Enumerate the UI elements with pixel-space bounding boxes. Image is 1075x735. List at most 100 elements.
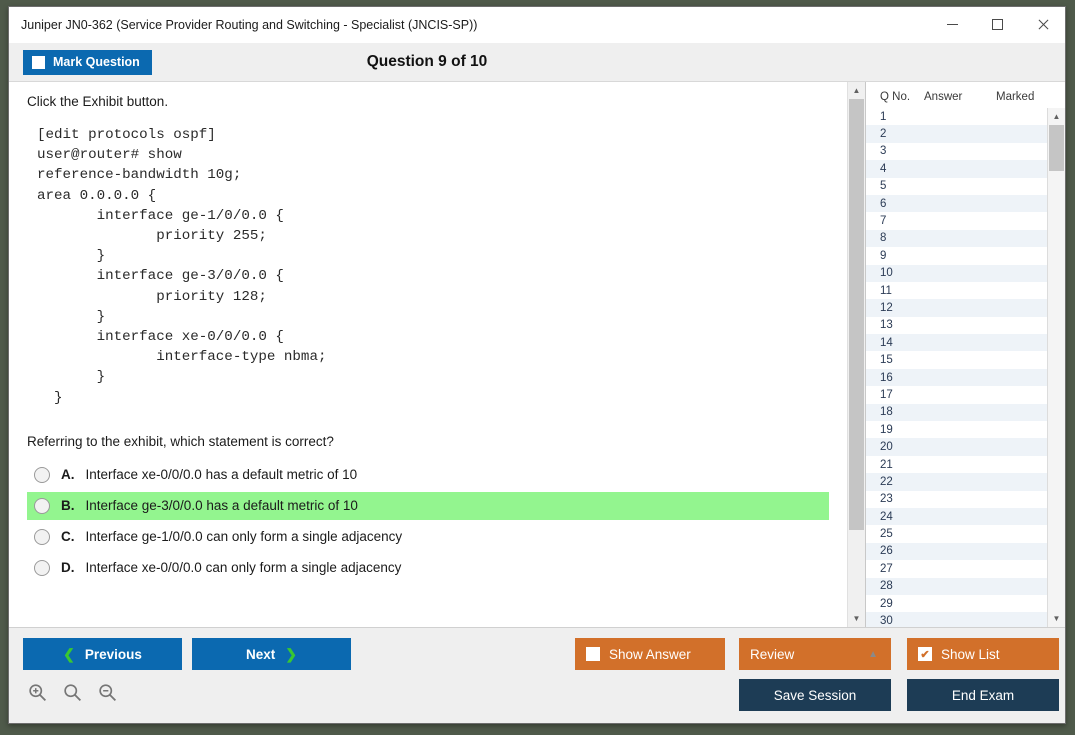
next-label: Next <box>246 647 275 662</box>
review-dropdown-button[interactable]: Review ▲ <box>739 638 891 670</box>
show-list-checkbox-icon: ✔ <box>918 647 932 661</box>
row-question-number: 16 <box>866 372 910 384</box>
row-question-number: 15 <box>866 354 910 366</box>
question-list-row[interactable]: 11 <box>866 282 1047 299</box>
end-exam-button[interactable]: End Exam <box>907 679 1059 711</box>
row-question-number: 12 <box>866 302 910 314</box>
question-pane-scrollbar[interactable]: ▲ ▼ <box>847 82 865 627</box>
list-scroll-down-arrow-icon[interactable]: ▼ <box>1048 610 1065 627</box>
question-list-row[interactable]: 10 <box>866 265 1047 282</box>
question-list-row[interactable]: 19 <box>866 421 1047 438</box>
row-question-number: 3 <box>866 145 910 157</box>
question-list-row[interactable]: 26 <box>866 543 1047 560</box>
show-list-button[interactable]: ✔ Show List <box>907 638 1059 670</box>
zoom-in-icon[interactable] <box>27 682 48 703</box>
previous-button[interactable]: ❮ Previous <box>23 638 182 670</box>
answer-options-list: A. Interface xe-0/0/0.0 has a default me… <box>27 461 829 582</box>
exam-body: Click the Exhibit button. [edit protocol… <box>9 81 1065 627</box>
minimize-icon <box>947 24 958 25</box>
scrollbar-thumb[interactable] <box>849 99 864 530</box>
question-list-row[interactable]: 5 <box>866 178 1047 195</box>
question-list-row[interactable]: 23 <box>866 491 1047 508</box>
radio-icon[interactable] <box>34 498 50 514</box>
question-list-row[interactable]: 3 <box>866 143 1047 160</box>
question-list-row[interactable]: 27 <box>866 560 1047 577</box>
question-list-row[interactable]: 29 <box>866 595 1047 612</box>
option-letter: D. <box>61 560 75 575</box>
option-letter: C. <box>61 529 75 544</box>
question-list-row[interactable]: 8 <box>866 230 1047 247</box>
question-list-row[interactable]: 13 <box>866 317 1047 334</box>
question-list-row[interactable]: 15 <box>866 351 1047 368</box>
zoom-out-icon[interactable] <box>97 682 118 703</box>
question-list-row[interactable]: 20 <box>866 438 1047 455</box>
save-session-label: Save Session <box>774 688 857 703</box>
exhibit-code-block: [edit protocols ospf] user@router# show … <box>37 125 847 408</box>
next-button[interactable]: Next ❯ <box>192 638 351 670</box>
radio-icon[interactable] <box>34 529 50 545</box>
show-answer-label: Show Answer <box>609 647 691 662</box>
answer-option-d[interactable]: D. Interface xe-0/0/0.0 can only form a … <box>27 554 829 582</box>
question-list-row[interactable]: 9 <box>866 247 1047 264</box>
row-question-number: 13 <box>866 319 910 331</box>
row-question-number: 5 <box>866 180 910 192</box>
question-list-row[interactable]: 7 <box>866 212 1047 229</box>
scroll-up-arrow-icon[interactable]: ▲ <box>848 82 865 99</box>
row-question-number: 23 <box>866 493 910 505</box>
question-list-row[interactable]: 6 <box>866 195 1047 212</box>
close-button[interactable] <box>1020 7 1065 42</box>
option-text: Interface xe-0/0/0.0 has a default metri… <box>86 467 358 482</box>
question-list-row[interactable]: 17 <box>866 386 1047 403</box>
row-question-number: 4 <box>866 163 910 175</box>
chevron-up-icon: ▲ <box>868 649 878 660</box>
save-session-button[interactable]: Save Session <box>739 679 891 711</box>
question-list-row[interactable]: 12 <box>866 299 1047 316</box>
question-list-row[interactable]: 2 <box>866 125 1047 142</box>
question-list-row[interactable]: 28 <box>866 578 1047 595</box>
row-question-number: 14 <box>866 337 910 349</box>
row-question-number: 26 <box>866 545 910 557</box>
zoom-reset-icon[interactable] <box>62 682 83 703</box>
option-text: Interface ge-1/0/0.0 can only form a sin… <box>86 529 403 544</box>
answer-option-b[interactable]: B. Interface ge-3/0/0.0 has a default me… <box>27 492 829 520</box>
row-question-number: 10 <box>866 267 910 279</box>
minimize-button[interactable] <box>930 7 975 42</box>
maximize-button[interactable] <box>975 7 1020 42</box>
question-list-row[interactable]: 16 <box>866 369 1047 386</box>
mark-question-label: Mark Question <box>53 55 140 69</box>
question-list-row[interactable]: 22 <box>866 473 1047 490</box>
column-header-qno: Q No. <box>866 91 924 103</box>
row-question-number: 27 <box>866 563 910 575</box>
question-list-row[interactable]: 1 <box>866 108 1047 125</box>
question-lead-text: Click the Exhibit button. <box>27 94 847 109</box>
chevron-right-icon: ❯ <box>285 646 297 663</box>
answer-option-a[interactable]: A. Interface xe-0/0/0.0 has a default me… <box>27 461 829 489</box>
question-list-header: Q No. Answer Marked <box>866 82 1065 108</box>
show-answer-button[interactable]: Show Answer <box>575 638 725 670</box>
question-list-row[interactable]: 24 <box>866 508 1047 525</box>
list-scrollbar-track[interactable] <box>1048 125 1065 610</box>
scrollbar-track[interactable] <box>848 99 865 610</box>
question-pane: Click the Exhibit button. [edit protocol… <box>9 82 847 627</box>
radio-icon[interactable] <box>34 560 50 576</box>
mark-question-button[interactable]: Mark Question <box>23 50 152 75</box>
scroll-down-arrow-icon[interactable]: ▼ <box>848 610 865 627</box>
question-list-row[interactable]: 21 <box>866 456 1047 473</box>
question-list-scrollbar[interactable]: ▲ ▼ <box>1047 108 1065 627</box>
radio-icon[interactable] <box>34 467 50 483</box>
list-scrollbar-thumb[interactable] <box>1049 125 1064 171</box>
question-list-row[interactable]: 14 <box>866 334 1047 351</box>
review-label: Review <box>750 647 794 662</box>
row-question-number: 19 <box>866 424 910 436</box>
row-question-number: 9 <box>866 250 910 262</box>
question-list-row[interactable]: 30 <box>866 612 1047 627</box>
zoom-controls <box>27 682 118 703</box>
question-prompt: Referring to the exhibit, which statemen… <box>27 434 847 449</box>
question-list-row[interactable]: 18 <box>866 404 1047 421</box>
question-list-row[interactable]: 4 <box>866 160 1047 177</box>
answer-option-c[interactable]: C. Interface ge-1/0/0.0 can only form a … <box>27 523 829 551</box>
column-header-answer: Answer <box>924 91 996 103</box>
row-question-number: 6 <box>866 198 910 210</box>
list-scroll-up-arrow-icon[interactable]: ▲ <box>1048 108 1065 125</box>
question-list-row[interactable]: 25 <box>866 525 1047 542</box>
